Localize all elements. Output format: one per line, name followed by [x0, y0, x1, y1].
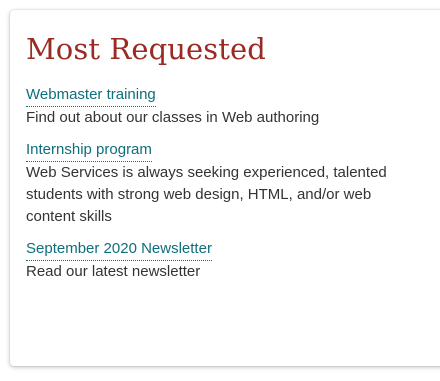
list-item-internship-program: Internship program Web Services is alway…	[26, 139, 432, 228]
newsletter-link[interactable]: September 2020 Newsletter	[26, 238, 212, 261]
internship-program-link[interactable]: Internship program	[26, 139, 152, 162]
card-title: Most Requested	[26, 32, 266, 66]
most-requested-card: Most Requested Webmaster training Find o…	[10, 10, 440, 366]
internship-program-description: Web Services is always seeking experienc…	[26, 164, 387, 225]
webmaster-training-link[interactable]: Webmaster training	[26, 84, 156, 107]
list-item-webmaster-training: Webmaster training Find out about our cl…	[26, 84, 432, 129]
list-item-newsletter: September 2020 Newsletter Read our lates…	[26, 238, 432, 283]
webmaster-training-description: Find out about our classes in Web author…	[26, 109, 320, 126]
newsletter-description: Read our latest newsletter	[26, 263, 201, 280]
